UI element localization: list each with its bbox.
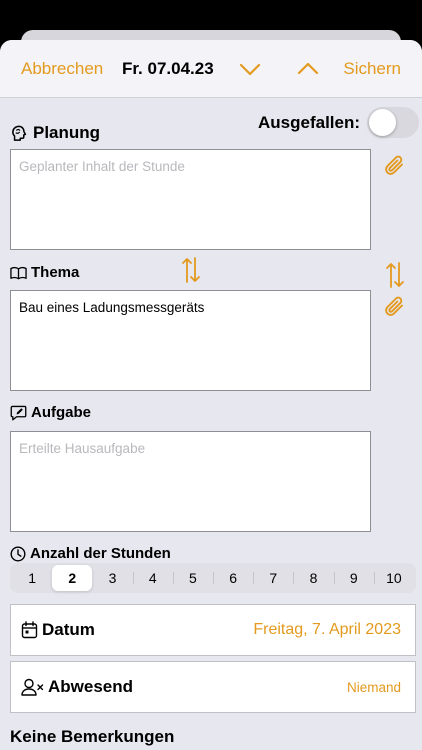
stunden-option-6[interactable]: 6 [213,565,253,591]
datum-label: Datum [42,620,95,639]
thema-label: Thema [31,264,80,281]
save-button[interactable]: Sichern [343,59,401,79]
datum-value: Freitag, 7. April 2023 [253,621,401,638]
ausgefallen-toggle[interactable] [367,107,419,138]
aufgabe-placeholder: Erteilte Hausaufgabe [19,441,146,456]
stunden-option-8[interactable]: 8 [293,565,333,591]
abwesend-row-label: Abwesend [21,677,133,697]
thema-value: Bau eines Ladungsmessgeräts [19,300,205,315]
aufgabe-label: Aufgabe [31,404,91,421]
abwesend-row[interactable]: Abwesend Niemand [10,661,416,713]
stunden-option-4[interactable]: 4 [132,565,173,591]
abwesend-value: Niemand [346,679,401,695]
abwesend-label: Abwesend [48,677,134,696]
thema-textarea[interactable]: Bau eines Ladungsmessgeräts [10,290,371,391]
lesson-edit-sheet: Abbrechen Fr. 07.04.23 Sichern Planung A… [0,40,422,750]
bemerkungen-label[interactable]: Keine Bemerkungen [10,727,174,747]
brain-head-icon [12,125,27,141]
stunden-header: Anzahl der Stunden [10,545,171,562]
stunden-option-9[interactable]: 9 [333,565,374,591]
paperclip-icon[interactable] [383,153,407,179]
stunden-option-1[interactable]: 1 [12,565,52,591]
paperclip-icon[interactable] [383,294,407,320]
stunden-option-3[interactable]: 3 [92,565,132,591]
stunden-option-7[interactable]: 7 [253,565,293,591]
planung-textarea[interactable]: Geplanter Inhalt der Stunde [10,149,371,250]
navigation-bar: Abbrechen Fr. 07.04.23 Sichern [0,40,422,98]
person-x-icon [21,678,44,696]
planung-label: Planung [33,123,101,142]
chevron-up-icon[interactable] [296,58,320,80]
calendar-icon [21,621,38,639]
stunden-option-10[interactable]: 10 [373,565,414,591]
aufgabe-header: Aufgabe [10,404,91,421]
planung-placeholder: Geplanter Inhalt der Stunde [19,159,185,174]
clock-icon [10,545,26,562]
lesson-date-title: Fr. 07.04.23 [122,59,214,78]
swap-arrows-icon[interactable] [180,255,202,285]
chevron-down-icon[interactable] [238,58,262,80]
swap-arrows-icon[interactable] [384,260,406,290]
pencil-square-icon [10,405,27,420]
book-icon [10,266,27,279]
cancel-button[interactable]: Abbrechen [21,59,103,79]
planung-header: Planung [10,123,100,143]
stunden-option-5[interactable]: 5 [172,565,213,591]
ausgefallen-label: Ausgefallen: [258,113,361,132]
toggle-knob [369,109,396,136]
stunden-segmented-control: 1 2 3 4 5 6 7 8 9 10 [10,563,416,593]
stunden-option-2[interactable]: 2 [52,565,93,591]
stunden-label: Anzahl der Stunden [30,545,171,562]
datum-row-label: Datum [21,620,95,640]
datum-row[interactable]: Datum Freitag, 7. April 2023 [10,604,416,656]
thema-header: Thema [10,264,79,281]
aufgabe-textarea[interactable]: Erteilte Hausaufgabe [10,431,371,532]
